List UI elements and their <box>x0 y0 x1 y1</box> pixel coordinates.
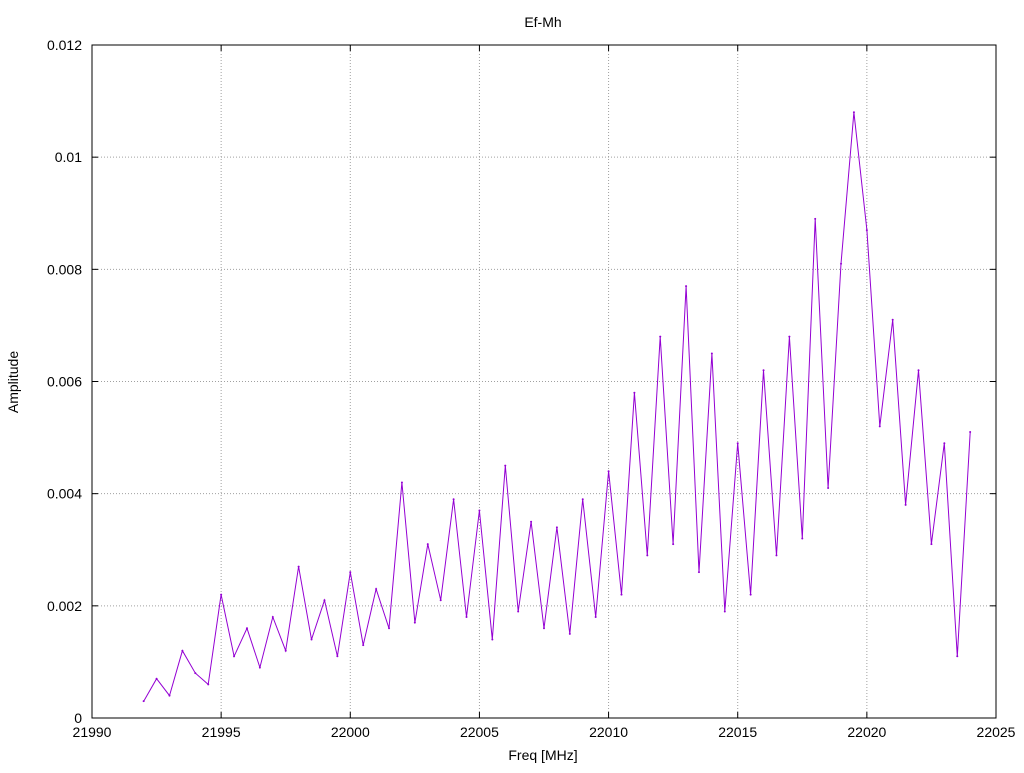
x-tick-label: 22025 <box>977 724 1016 740</box>
x-tick-label: 22010 <box>589 724 628 740</box>
data-point <box>452 498 455 501</box>
x-axis-label: Freq [MHz] <box>508 747 577 763</box>
data-point <box>168 694 171 697</box>
data-point <box>258 666 261 669</box>
data-point <box>943 442 946 445</box>
x-tick-label: 22020 <box>847 724 886 740</box>
data-point <box>840 262 843 265</box>
data-point <box>284 649 287 652</box>
data-point <box>865 229 868 232</box>
data-point <box>672 543 675 546</box>
data-point <box>233 655 236 658</box>
data-point <box>956 655 959 658</box>
data-point <box>271 616 274 619</box>
data-point <box>297 565 300 568</box>
data-point <box>710 352 713 355</box>
data-point <box>543 627 545 630</box>
y-tick-label: 0.006 <box>47 374 82 390</box>
plot-svg: 21990 21995 22000 22005 22010 22015 22020 22025… <box>0 0 1024 768</box>
y-tick-label: 0.004 <box>47 486 82 502</box>
x-tick-label: 21995 <box>202 724 241 740</box>
chart: 21990 21995 22000 22005 22010 22015 22020 22025… <box>0 0 1024 768</box>
data-point <box>917 369 920 372</box>
data-point <box>568 632 571 635</box>
data-point <box>930 543 933 546</box>
data-point <box>633 391 636 394</box>
x-tick-label: 22015 <box>718 724 757 740</box>
data-point <box>478 509 481 512</box>
data-point <box>736 442 739 445</box>
x-tick-label: 22005 <box>460 724 499 740</box>
data-point <box>349 571 352 574</box>
data-point <box>517 610 520 613</box>
data-point <box>245 627 248 630</box>
data-point <box>723 610 726 613</box>
chart-title: Ef-Mh <box>524 14 561 30</box>
data-point <box>310 638 313 641</box>
data-point <box>878 425 881 428</box>
x-tick-label: 21990 <box>73 724 112 740</box>
data-point <box>465 616 468 619</box>
data-point <box>207 683 210 686</box>
data-point <box>426 543 429 546</box>
data-point <box>685 285 688 288</box>
data-point <box>491 638 494 641</box>
data-point <box>142 700 145 703</box>
plot-background <box>0 0 1024 768</box>
data-point <box>155 677 158 680</box>
data-point <box>827 487 830 490</box>
data-point <box>220 593 223 596</box>
data-point <box>375 588 378 591</box>
data-point <box>852 111 855 114</box>
data-point <box>581 498 584 501</box>
data-point <box>400 481 403 484</box>
y-tick-label: 0 <box>74 710 82 726</box>
data-point <box>762 369 765 372</box>
data-point <box>891 318 894 321</box>
data-point <box>530 520 533 523</box>
data-point <box>555 526 558 529</box>
data-point <box>607 470 610 473</box>
data-point <box>181 649 184 652</box>
data-point <box>814 217 817 220</box>
data-point <box>697 571 700 574</box>
y-tick-label: 0.008 <box>47 261 82 277</box>
data-point <box>413 621 416 624</box>
data-point <box>775 554 778 557</box>
y-tick-label: 0.01 <box>55 149 82 165</box>
data-point <box>620 593 623 596</box>
data-point <box>594 616 597 619</box>
data-point <box>323 599 326 602</box>
data-point <box>194 672 197 675</box>
data-point <box>504 464 507 467</box>
data-point <box>388 627 391 630</box>
y-tick-label: 0.012 <box>47 37 82 53</box>
y-tick-label: 0.002 <box>47 598 82 614</box>
data-point <box>362 644 365 647</box>
x-tick-label: 22000 <box>331 724 370 740</box>
data-point <box>788 335 791 338</box>
data-point <box>439 599 442 602</box>
data-point <box>336 655 339 658</box>
data-point <box>659 335 662 338</box>
y-axis-label: Amplitude <box>5 351 21 413</box>
data-point <box>646 554 649 557</box>
data-point <box>969 430 972 433</box>
data-point <box>749 593 752 596</box>
data-point <box>904 503 907 506</box>
data-point <box>801 537 804 540</box>
